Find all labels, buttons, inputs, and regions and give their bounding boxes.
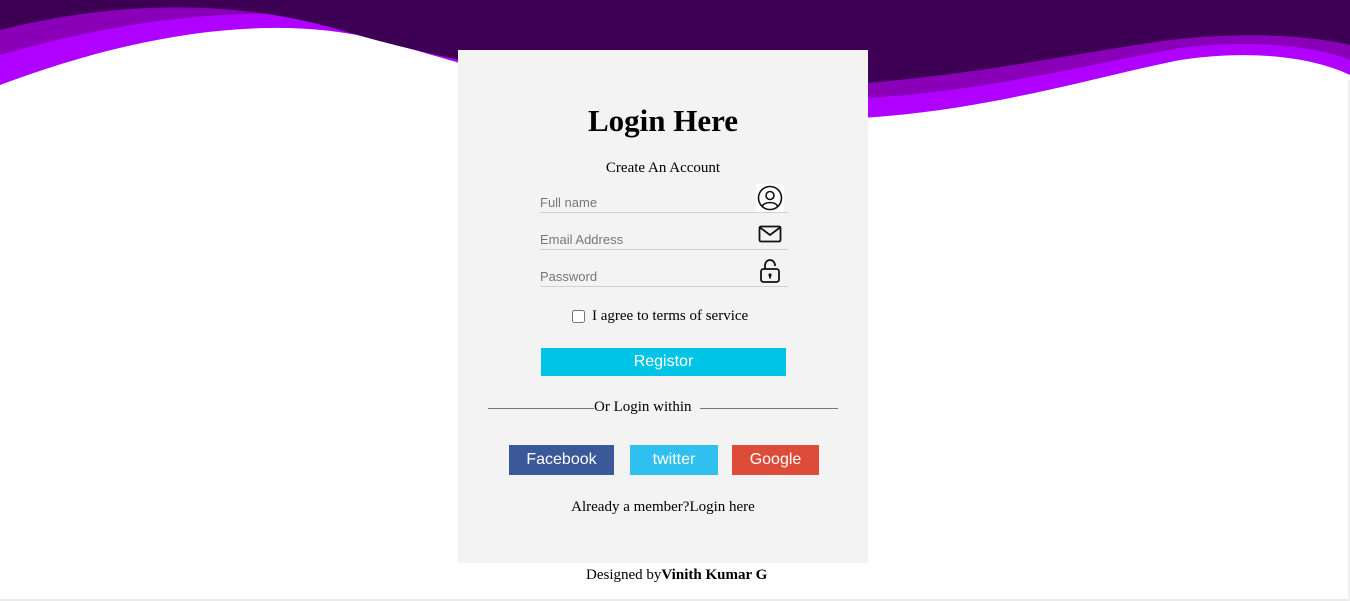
divider-label: Or Login within bbox=[594, 399, 692, 415]
divider-line-left bbox=[488, 408, 594, 409]
facebook-login-button[interactable]: Facebook bbox=[509, 445, 614, 475]
lock-icon bbox=[756, 257, 784, 285]
author-name: Vinith Kumar G bbox=[661, 567, 768, 583]
full-name-input[interactable] bbox=[540, 194, 750, 210]
designed-by-label: Designed by bbox=[586, 567, 662, 583]
envelope-icon bbox=[756, 220, 784, 248]
already-member-text: Already a member?Login here bbox=[458, 499, 868, 516]
terms-row: I agree to terms of service bbox=[572, 307, 748, 325]
email-input[interactable] bbox=[540, 231, 750, 247]
user-circle-icon bbox=[756, 184, 784, 212]
terms-checkbox[interactable] bbox=[572, 309, 585, 323]
subtitle: Create An Account bbox=[605, 160, 721, 176]
member-question: Already a member? bbox=[571, 499, 690, 515]
password-input[interactable] bbox=[540, 268, 750, 284]
or-login-divider: Or Login within bbox=[488, 399, 838, 419]
twitter-login-button[interactable]: twitter bbox=[630, 445, 718, 475]
page-title: Login Here bbox=[587, 103, 739, 138]
register-button[interactable]: Registor bbox=[541, 348, 786, 376]
password-field-group bbox=[540, 259, 788, 287]
google-login-button[interactable]: Google bbox=[732, 445, 819, 475]
email-field-group bbox=[540, 222, 788, 250]
register-card: Login Here Create An Account Full name E… bbox=[458, 50, 868, 563]
terms-label: I agree to terms of service bbox=[592, 307, 749, 324]
login-here-link[interactable]: Login here bbox=[689, 499, 754, 515]
divider-line-right bbox=[700, 408, 838, 409]
full-name-field-group bbox=[540, 184, 788, 213]
footer-credit: Designed byVinith Kumar G bbox=[458, 567, 908, 584]
